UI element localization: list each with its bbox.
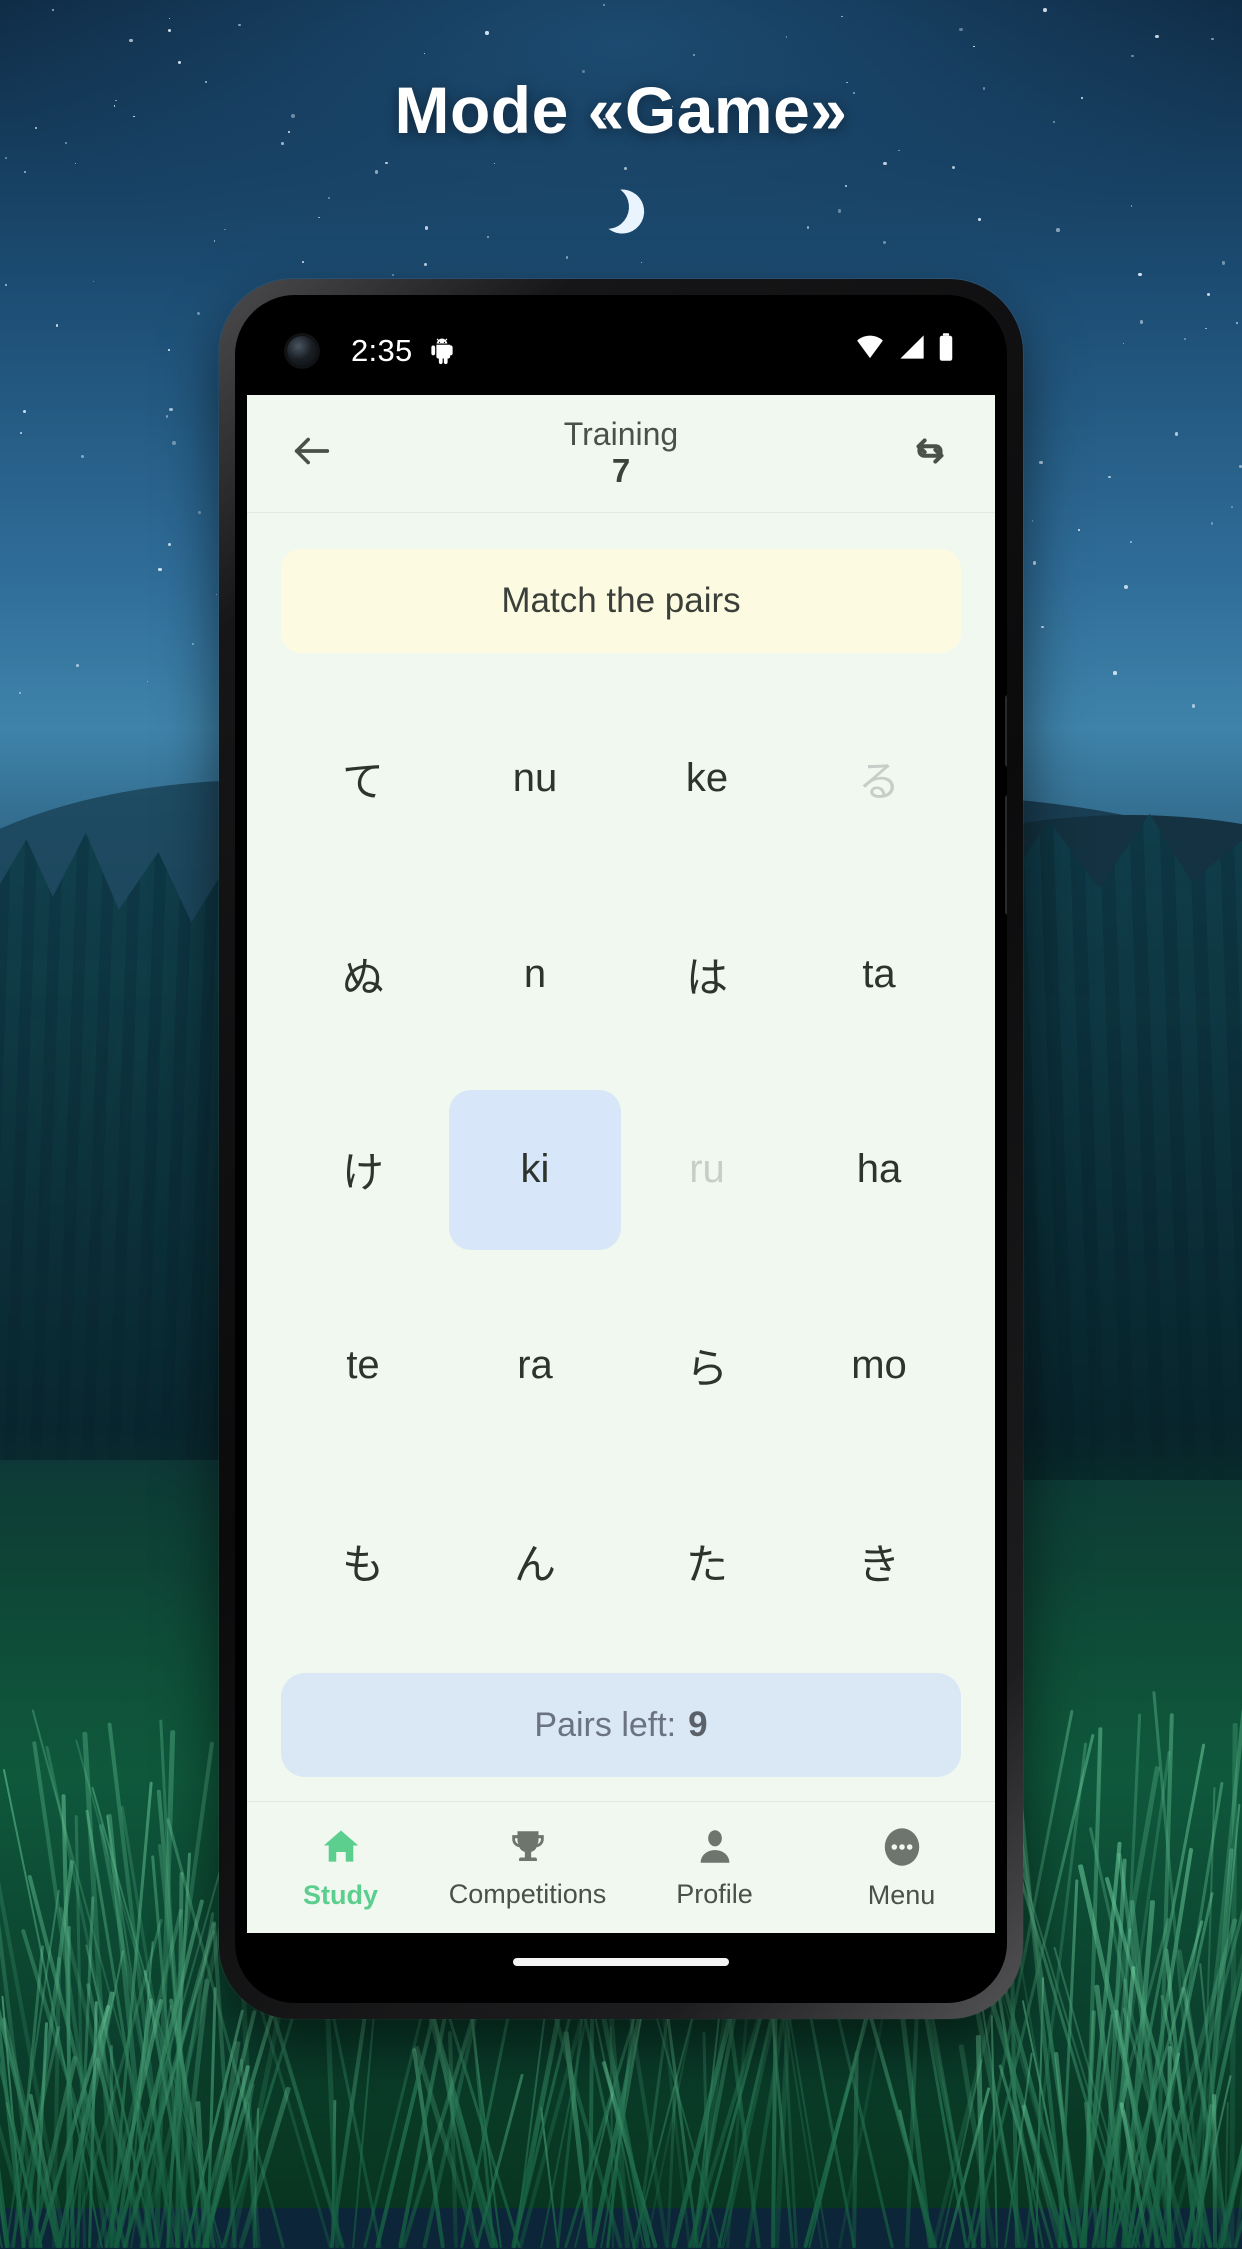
phone-screen: 2:35 Training 7 Match the pairs て nu ke … (247, 307, 995, 1991)
tile-1-0[interactable]: ぬ (277, 894, 449, 1054)
tile-2-1[interactable]: ki (449, 1089, 621, 1251)
poster-title: Mode «Game» (394, 73, 848, 147)
app-bar-title-group: Training 7 (247, 416, 995, 490)
status-bar-icons (853, 332, 955, 370)
tile-1-1[interactable]: n (449, 894, 621, 1054)
front-camera-punchhole (287, 336, 317, 366)
nav-label-study: Study (302, 1879, 378, 1910)
tile-3-1[interactable]: ra (449, 1285, 621, 1445)
tile-4-1[interactable]: ん (449, 1481, 621, 1641)
back-arrow-icon (289, 428, 335, 479)
tile-4-0[interactable]: も (277, 1481, 449, 1641)
person-icon (694, 1826, 736, 1873)
task-banner: Match the pairs (281, 549, 961, 653)
tile-0-2[interactable]: ke (621, 699, 793, 859)
tile-4-3[interactable]: き (793, 1481, 965, 1641)
wifi-icon (853, 333, 887, 369)
tile-3-0[interactable]: te (277, 1285, 449, 1445)
nav-item-menu[interactable]: Menu (808, 1802, 995, 1933)
nav-item-competitions[interactable]: Competitions (434, 1802, 621, 1933)
tile-1-3[interactable]: ta (793, 894, 965, 1054)
app-content: Training 7 Match the pairs て nu ke る ぬ n… (247, 395, 995, 1933)
phone-volume-button (1005, 795, 1007, 915)
bottom-navigation: Study Competitions Profile Menu (247, 1801, 995, 1933)
pairs-left-count: 9 (688, 1705, 708, 1744)
nav-item-study[interactable]: Study (247, 1802, 434, 1933)
tile-1-2[interactable]: は (621, 894, 793, 1054)
android-bug-icon (427, 336, 457, 366)
phone-mockup: 2:35 Training 7 Match the pairs て nu ke … (219, 279, 1023, 2019)
tile-3-3[interactable]: mo (793, 1285, 965, 1445)
nav-label-menu: Menu (867, 1879, 936, 1910)
app-bar: Training 7 (247, 395, 995, 513)
home-icon (319, 1825, 363, 1874)
tile-0-1[interactable]: nu (449, 699, 621, 859)
more-dots-icon (880, 1825, 924, 1874)
nav-label-competitions: Competitions (448, 1878, 607, 1909)
refresh-button[interactable] (899, 423, 961, 485)
page-title: Training (563, 416, 679, 453)
pairs-left-label: Pairs left: (534, 1705, 677, 1744)
tile-2-3[interactable]: ha (793, 1090, 965, 1250)
nav-item-profile[interactable]: Profile (621, 1802, 808, 1933)
tile-2-0[interactable]: け (277, 1090, 449, 1250)
cellular-signal-icon (897, 333, 927, 369)
tile-0-0[interactable]: て (277, 699, 449, 859)
tile-0-3[interactable]: る (793, 699, 965, 859)
tile-4-2[interactable]: た (621, 1481, 793, 1641)
pairs-left-pill: Pairs left: 9 (281, 1673, 961, 1777)
phone-power-button (1005, 695, 1007, 767)
nav-label-profile: Profile (676, 1878, 753, 1909)
battery-icon (937, 332, 955, 370)
back-button[interactable] (281, 423, 343, 485)
refresh-icon (907, 428, 953, 479)
training-level: 7 (611, 451, 631, 489)
status-bar-time: 2:35 (351, 333, 413, 368)
gesture-bar-handle[interactable] (513, 1958, 729, 1966)
phone-bezel: 2:35 Training 7 Match the pairs て nu ke … (235, 295, 1007, 2003)
tile-3-2[interactable]: ら (621, 1285, 793, 1445)
tile-2-2[interactable]: ru (621, 1090, 793, 1250)
match-grid: て nu ke るぬ n は ta け ki ru ha te ra ら mo もんたき (247, 653, 995, 1667)
gesture-navigation-bar (247, 1933, 995, 1991)
status-bar: 2:35 (247, 307, 995, 395)
trophy-icon (507, 1826, 549, 1873)
